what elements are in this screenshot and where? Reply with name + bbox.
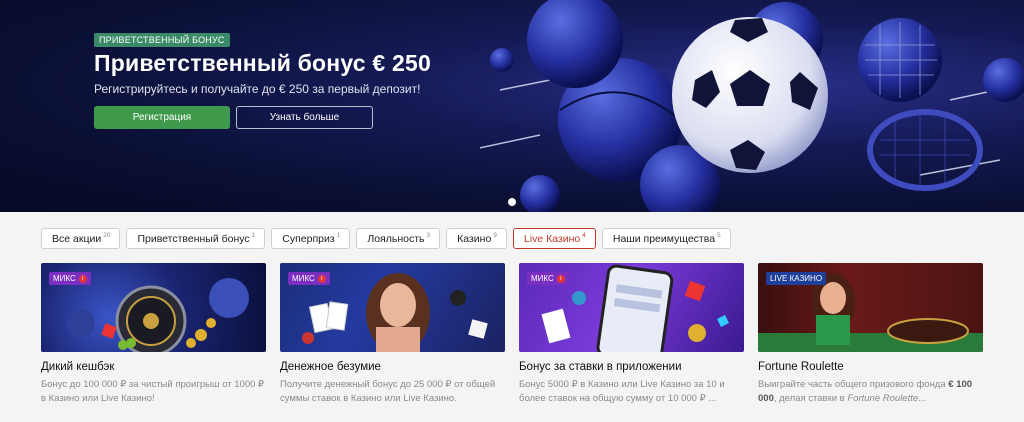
hero-subtitle: Регистрируйтесь и получайте до € 250 за … <box>94 82 421 96</box>
category-tag: МИКС i <box>288 272 330 285</box>
tab-label: Наши преимущества <box>612 232 716 245</box>
desc-text: , делая ставки в <box>773 393 848 404</box>
info-icon[interactable]: i <box>78 274 87 283</box>
tab-label: Лояльность <box>367 232 425 245</box>
promo-badge: ПРИВЕТСТВЕННЫЙ БОНУС <box>94 33 230 47</box>
promo-card-description: Получите денежный бонус до 25 000 ₽ от о… <box>280 379 496 404</box>
promo-card-image[interactable]: МИКС i <box>519 263 744 352</box>
tag-label: МИКС <box>531 274 554 283</box>
category-tag: МИКС i <box>49 272 91 285</box>
tab-casino[interactable]: Казино 9 <box>446 228 507 249</box>
sports-balls-illustration <box>480 0 1024 212</box>
promo-card-description: Бонус 5000 ₽ в Казино или Live Казино за… <box>519 379 725 404</box>
tab-label: Казино <box>457 232 492 245</box>
desc-game-name: Fortune Roulette <box>847 393 919 404</box>
tab-count: 20 <box>103 232 111 239</box>
promo-card-title[interactable]: Fortune Roulette <box>758 361 983 373</box>
info-icon[interactable]: i <box>317 274 326 283</box>
tab-live-casino[interactable]: Live Казино 4 <box>512 228 596 249</box>
tab-label: Приветственный бонус <box>137 232 250 245</box>
promo-card[interactable]: LIVE КАЗИНО Fortune Roulette Выиграйте ч… <box>758 263 983 406</box>
tag-label: МИКС <box>292 274 315 283</box>
tab-superprize[interactable]: Суперприз 1 <box>271 228 351 249</box>
promo-card-title[interactable]: Бонус за ставки в приложении <box>519 361 744 373</box>
promo-card[interactable]: МИКС i Денежное безумие Получите денежный… <box>280 263 505 406</box>
desc-text: Выиграйте часть общего призового фонда <box>758 379 949 390</box>
tab-count: 1 <box>336 232 341 239</box>
hero-title: Приветственный бонус € 250 <box>94 50 431 76</box>
tab-label: Суперприз <box>282 232 335 245</box>
learn-more-button[interactable]: Узнать больше <box>236 106 373 129</box>
tag-label: LIVE КАЗИНО <box>770 274 823 283</box>
register-button[interactable]: Регистрация <box>94 106 230 129</box>
promo-card[interactable]: МИКС i Дикий кешбэк Бонус до 100 000 ₽ за… <box>41 263 266 406</box>
promo-card-image[interactable]: МИКС i <box>41 263 266 352</box>
carousel-dot[interactable] <box>508 198 516 206</box>
category-tag: LIVE КАЗИНО <box>766 272 827 285</box>
promo-card-image[interactable]: LIVE КАЗИНО <box>758 263 983 352</box>
promo-card-description: Выиграйте часть общего призового фонда €… <box>758 378 983 406</box>
promo-card-image[interactable]: МИКС i <box>280 263 505 352</box>
promo-cards: МИКС i Дикий кешбэк Бонус до 100 000 ₽ за… <box>41 263 983 406</box>
promo-card-description: Бонус до 100 000 ₽ за чистый проигрыш от… <box>41 379 265 404</box>
category-tag: МИКС i <box>527 272 569 285</box>
promo-card-title[interactable]: Денежное безумие <box>280 361 505 373</box>
tab-welcome-bonus[interactable]: Приветственный бонус 1 <box>126 228 266 249</box>
tab-loyalty[interactable]: Лояльность 3 <box>356 228 441 249</box>
tab-count: 3 <box>426 232 431 239</box>
tab-all-promos[interactable]: Все акции 20 <box>41 228 121 249</box>
promo-card-title[interactable]: Дикий кешбэк <box>41 361 266 373</box>
tab-label: Live Казино <box>523 232 581 245</box>
promo-card[interactable]: МИКС i Бонус за ставки в приложении Бонус… <box>519 263 744 406</box>
hero-banner[interactable]: ПРИВЕТСТВЕННЫЙ БОНУС Приветственный бону… <box>0 0 1024 212</box>
info-icon[interactable]: i <box>556 274 565 283</box>
tab-label: Все акции <box>52 232 102 245</box>
promo-filter-tabs: Все акции 20 Приветственный бонус 1 Суперп… <box>41 228 731 249</box>
tab-count: 4 <box>582 232 586 239</box>
tab-count: 5 <box>717 232 721 239</box>
tab-our-advantages[interactable]: Наши преимущества 5 <box>601 228 731 249</box>
tag-label: МИКС <box>53 274 76 283</box>
tab-count: 9 <box>493 232 497 239</box>
tab-count: 1 <box>251 232 256 239</box>
desc-text: ... <box>918 393 927 404</box>
